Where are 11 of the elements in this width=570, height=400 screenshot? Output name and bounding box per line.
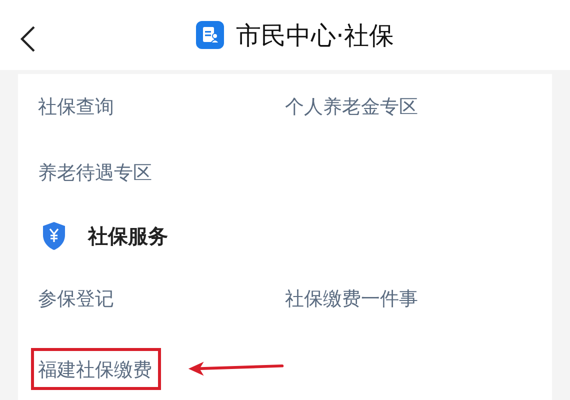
service-link[interactable]: 个人养老金专区 (285, 94, 418, 120)
service-link[interactable]: 参保登记 (38, 286, 114, 312)
service-link[interactable]: 社保查询 (38, 94, 114, 120)
service-link[interactable]: 养老待遇专区 (38, 160, 152, 186)
back-icon[interactable] (18, 24, 38, 54)
shield-icon (42, 221, 66, 251)
document-icon (196, 21, 224, 49)
service-link[interactable]: 社保缴费一件事 (285, 286, 418, 312)
page-title: 市民中心·社保 (236, 20, 394, 52)
service-link[interactable]: 福建社保缴费 (31, 348, 161, 390)
section-title: 社保服务 (88, 222, 168, 250)
